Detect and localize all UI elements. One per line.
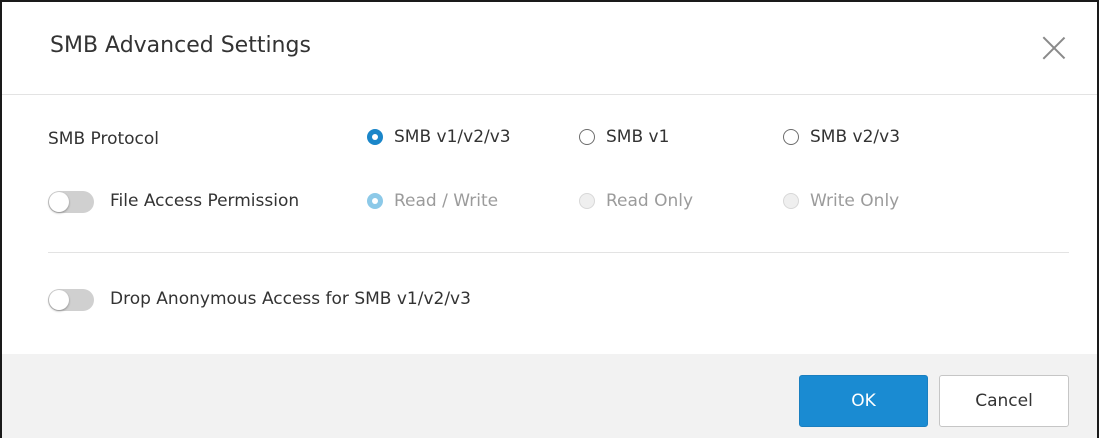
radio-read-only: Read Only [579,191,693,211]
file-access-permission-toggle[interactable] [48,191,94,213]
radio-label: SMB v1/v2/v3 [394,127,511,147]
dialog-footer [2,354,1097,438]
close-icon[interactable] [1042,36,1066,60]
drop-anonymous-access-label: Drop Anonymous Access for SMB v1/v2/v3 [110,289,471,309]
drop-anonymous-access-toggle[interactable] [48,289,94,311]
file-access-permission-label: File Access Permission [110,191,300,211]
toggle-knob [49,192,69,212]
smb-advanced-settings-dialog: SMB Advanced Settings SMB Protocol SMB v… [0,0,1099,438]
radio-label: Read / Write [394,191,499,211]
radio-checked-icon [367,193,383,209]
section-divider [48,252,1069,253]
toggle-knob [49,290,69,310]
smb-protocol-label: SMB Protocol [48,129,160,149]
dialog-header: SMB Advanced Settings [2,2,1097,95]
radio-smb-v2-v3[interactable]: SMB v2/v3 [783,127,900,147]
radio-read-write: Read / Write [367,191,498,211]
cancel-button[interactable]: Cancel [939,375,1069,427]
radio-unchecked-icon [783,193,799,209]
radio-smb-v1-v2-v3[interactable]: SMB v1/v2/v3 [367,127,511,147]
ok-button[interactable]: OK [799,375,928,427]
radio-label: Write Only [810,191,900,211]
radio-unchecked-icon [579,129,595,145]
radio-label: SMB v1 [606,127,670,147]
radio-smb-v1[interactable]: SMB v1 [579,127,669,147]
radio-write-only: Write Only [783,191,899,211]
radio-unchecked-icon [579,193,595,209]
dialog-title: SMB Advanced Settings [50,33,311,58]
radio-checked-icon [367,129,383,145]
radio-label: Read Only [606,191,694,211]
radio-unchecked-icon [783,129,799,145]
radio-label: SMB v2/v3 [810,127,901,147]
